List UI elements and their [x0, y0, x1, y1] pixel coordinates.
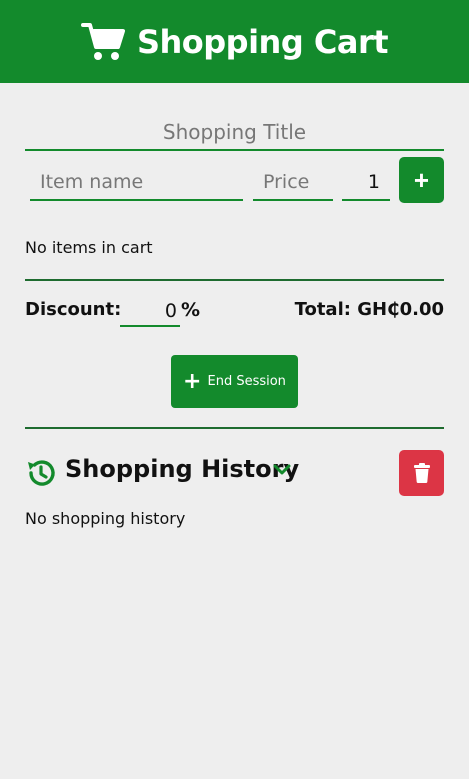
- trash-icon: [413, 463, 430, 483]
- plus-icon: +: [183, 368, 202, 394]
- history-header: Shopping History: [25, 449, 444, 509]
- add-item-row: +: [25, 157, 444, 209]
- app-title: Shopping Cart: [136, 22, 389, 61]
- divider: [25, 427, 444, 429]
- history-title: Shopping History: [65, 455, 300, 483]
- end-session-button[interactable]: + End Session: [171, 355, 298, 408]
- add-item-button[interactable]: +: [399, 157, 444, 203]
- empty-history-message: No shopping history: [25, 509, 186, 528]
- shopping-title-input[interactable]: [25, 115, 444, 151]
- empty-cart-message: No items in cart: [25, 238, 153, 257]
- chevron-down-icon[interactable]: [273, 463, 291, 477]
- discount-input[interactable]: [120, 297, 180, 327]
- history-icon: [28, 460, 55, 486]
- shopping-cart-icon: [80, 22, 125, 60]
- divider: [25, 279, 444, 281]
- total-amount: Total: GH₵0.00: [294, 299, 444, 320]
- percent-sign: %: [181, 299, 201, 321]
- end-session-label: End Session: [207, 374, 286, 389]
- totals-row: Discount: % Total: GH₵0.00: [25, 297, 444, 347]
- app-header: Shopping Cart: [0, 0, 469, 83]
- price-input[interactable]: [253, 165, 333, 201]
- cart-content: + No items in cart Discount: % Total: GH…: [0, 115, 469, 528]
- clear-history-button[interactable]: [399, 450, 444, 496]
- quantity-input[interactable]: [342, 165, 390, 201]
- discount-label: Discount:: [25, 299, 122, 320]
- item-name-input[interactable]: [30, 165, 243, 201]
